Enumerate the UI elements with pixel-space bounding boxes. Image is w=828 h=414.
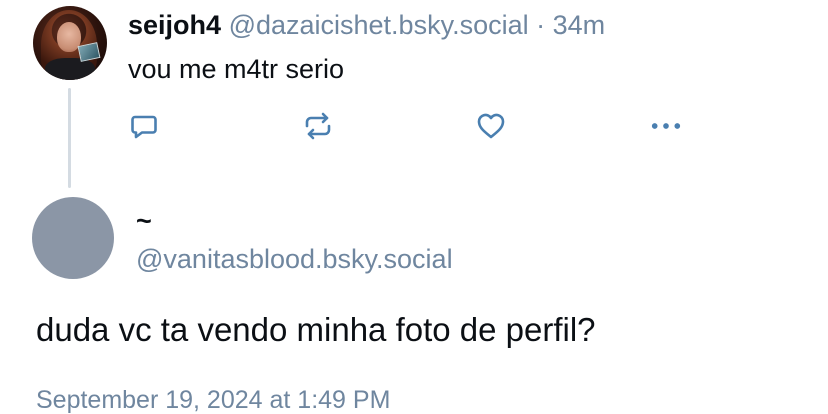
parent-post-header: seijoh4 @dazaicishet.bsky.social · 34m (128, 8, 605, 42)
avatar[interactable] (32, 197, 114, 279)
author-display-name[interactable]: seijoh4 (128, 10, 221, 40)
reply-icon (131, 115, 157, 139)
reply-button[interactable] (128, 110, 160, 142)
like-button[interactable] (475, 110, 507, 142)
repost-button[interactable] (302, 110, 334, 142)
author-handle[interactable]: @vanitasblood.bsky.social (136, 242, 453, 276)
author-display-name[interactable]: ~ (136, 204, 152, 238)
post-time[interactable]: 34m (553, 10, 606, 40)
parent-post-text: vou me m4tr serio (128, 54, 345, 84)
more-options-button[interactable] (650, 110, 682, 142)
post-text: duda vc ta vendo minha foto de perfil? (36, 311, 596, 348)
post-timestamp: September 19, 2024 at 1:49 PM (36, 386, 391, 414)
avatar[interactable] (33, 6, 107, 80)
post-thread: seijoh4 @dazaicishet.bsky.social · 34m v… (0, 0, 828, 414)
repost-icon (305, 112, 331, 140)
heart-icon (477, 113, 505, 139)
thread-line (68, 88, 71, 188)
separator: · (536, 10, 546, 40)
more-icon (651, 123, 681, 129)
author-handle[interactable]: @dazaicishet.bsky.social (229, 10, 529, 40)
